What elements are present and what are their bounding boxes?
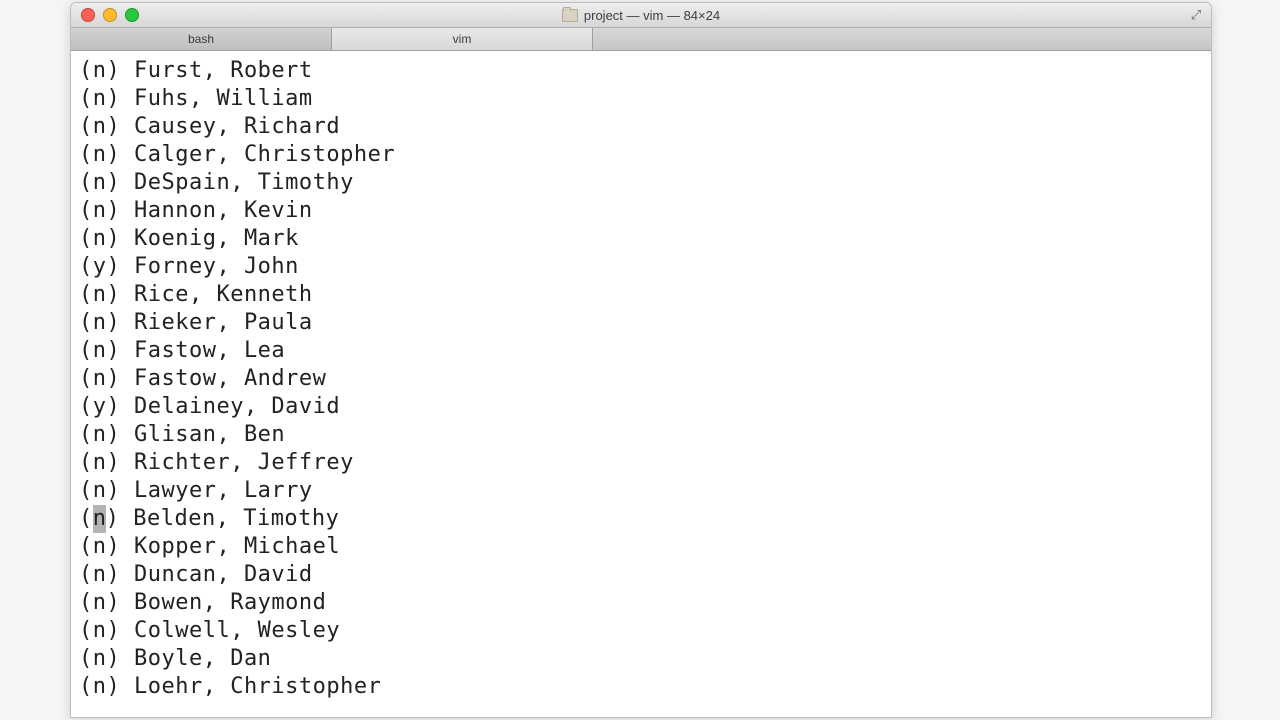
fullscreen-icon[interactable]: ⤢ — [1189, 8, 1203, 22]
window-title: project — vim — 84×24 — [584, 8, 720, 23]
tab-vim[interactable]: vim — [332, 28, 593, 50]
text-line: (n) Colwell, Wesley — [79, 617, 1203, 645]
text-line: (n) Calger, Christopher — [79, 141, 1203, 169]
text-line: (n) Bowen, Raymond — [79, 589, 1203, 617]
text-line: (n) Rieker, Paula — [79, 309, 1203, 337]
window-title-wrap: project — vim — 84×24 — [71, 8, 1211, 23]
text-line: (n) Fastow, Andrew — [79, 365, 1203, 393]
text-line: (n) Glisan, Ben — [79, 421, 1203, 449]
text-line: (n) Causey, Richard — [79, 113, 1203, 141]
text-line: (y) Delainey, David — [79, 393, 1203, 421]
text-line: (n) Lawyer, Larry — [79, 477, 1203, 505]
text-line: (n) Kopper, Michael — [79, 533, 1203, 561]
text-line: (y) Forney, John — [79, 253, 1203, 281]
text-line: (n) Hannon, Kevin — [79, 197, 1203, 225]
terminal-window: project — vim — 84×24 ⤢ bashvim (n) Furs… — [70, 2, 1212, 718]
titlebar[interactable]: project — vim — 84×24 ⤢ — [71, 3, 1211, 28]
minimize-icon[interactable] — [103, 8, 117, 22]
text-line: (n) Boyle, Dan — [79, 645, 1203, 673]
folder-icon — [562, 9, 578, 22]
tab-bash[interactable]: bash — [71, 28, 332, 50]
close-icon[interactable] — [81, 8, 95, 22]
text-line: (n) Rice, Kenneth — [79, 281, 1203, 309]
text-line: (n) DeSpain, Timothy — [79, 169, 1203, 197]
text-line: (n) Duncan, David — [79, 561, 1203, 589]
zoom-icon[interactable] — [125, 8, 139, 22]
text-line: (n) Furst, Robert — [79, 57, 1203, 85]
text-line: (n) Fuhs, William — [79, 85, 1203, 113]
text-line: (n) Loehr, Christopher — [79, 673, 1203, 701]
text-line: (n) Belden, Timothy — [79, 505, 1203, 533]
terminal-content[interactable]: (n) Furst, Robert(n) Fuhs, William(n) Ca… — [71, 51, 1211, 717]
cursor: n — [93, 505, 106, 533]
text-line: (n) Koenig, Mark — [79, 225, 1203, 253]
text-line: (n) Fastow, Lea — [79, 337, 1203, 365]
text-line: (n) Richter, Jeffrey — [79, 449, 1203, 477]
tab-bar: bashvim — [71, 28, 1211, 51]
window-controls — [71, 8, 139, 22]
